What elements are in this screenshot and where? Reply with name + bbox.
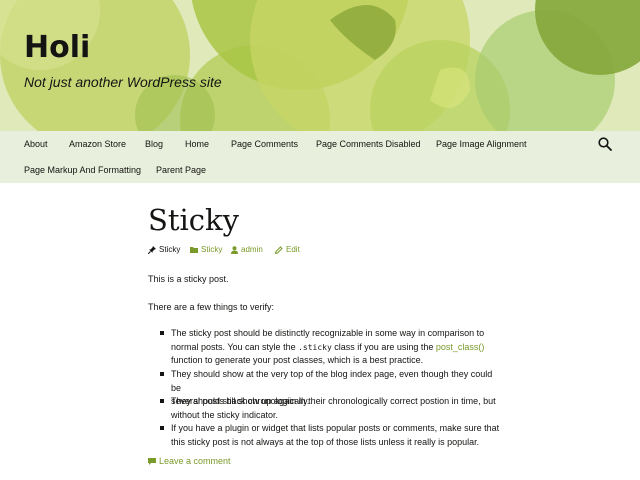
header-circles-graphic [0, 0, 640, 131]
post-title[interactable]: Sticky [148, 203, 239, 237]
nav-item-home[interactable]: Home [185, 139, 209, 149]
list-text: without the sticky indicator. [171, 409, 279, 420]
list-text: this sticky post is not always at the to… [171, 436, 480, 447]
list-bullet [160, 331, 164, 335]
post-intro: This is a sticky post. [148, 274, 229, 284]
list-text: function to generate your post classes, … [171, 355, 424, 365]
leave-comment-label[interactable]: Leave a comment [159, 456, 231, 466]
folder-icon [190, 247, 198, 253]
post-verify-text: There are a few things to verify: [148, 302, 275, 312]
sticky-class-code: .sticky [298, 342, 332, 352]
comment-icon [148, 457, 156, 465]
leave-comment-link[interactable]: Leave a comment [148, 456, 231, 466]
nav-item-amazon-store[interactable]: Amazon Store [69, 139, 126, 149]
nav-item-parent-page[interactable]: Parent Page [156, 165, 206, 175]
list-text: class if you are using the [331, 341, 436, 352]
category-label[interactable]: Sticky [201, 245, 222, 254]
sticky-label: Sticky [159, 245, 181, 254]
nav-item-page-comments[interactable]: Page Comments [231, 139, 298, 149]
list-bullet [160, 399, 164, 403]
edit-label[interactable]: Edit [286, 245, 300, 254]
list-item: If you have a plugin or widget that list… [171, 422, 501, 449]
nav-item-blog[interactable]: Blog [145, 139, 163, 149]
list-text: They should still show up again in their… [171, 396, 496, 406]
pencil-icon [275, 245, 283, 254]
site-tagline: Not just another WordPress site [24, 74, 222, 90]
site-header: Holi Not just another WordPress site [0, 0, 640, 131]
nav-item-page-markup-and-formatting[interactable]: Page Markup And Formatting [24, 165, 141, 175]
list-item: They should still show up again in their… [171, 395, 501, 422]
list-bullet [160, 372, 164, 376]
user-icon [231, 245, 238, 254]
list-text: They should show at the very top of the … [171, 369, 493, 393]
site-title[interactable]: Holi [24, 30, 90, 65]
sticky-indicator: Sticky [148, 245, 180, 254]
pin-icon [148, 245, 156, 254]
nav-item-page-image-alignment[interactable]: Page Image Alignment [436, 139, 527, 149]
list-bullet [160, 426, 164, 430]
author-link[interactable]: admin [231, 245, 263, 254]
nav-item-page-comments-disabled[interactable]: Page Comments Disabled [316, 139, 421, 149]
list-text: If you have a plugin or widget that list… [171, 423, 500, 433]
list-text: normal posts. You can style the [171, 341, 299, 352]
category-link[interactable]: Sticky [190, 245, 222, 254]
list-item: The sticky post should be distinctly rec… [171, 327, 501, 368]
edit-link[interactable]: Edit [275, 245, 300, 254]
author-label[interactable]: admin [241, 245, 263, 254]
post-class-link[interactable]: post_class() [436, 342, 485, 352]
nav-item-about[interactable]: About [24, 139, 48, 149]
search-icon[interactable] [598, 137, 612, 151]
list-text: The sticky post should be distinctly rec… [171, 328, 485, 338]
